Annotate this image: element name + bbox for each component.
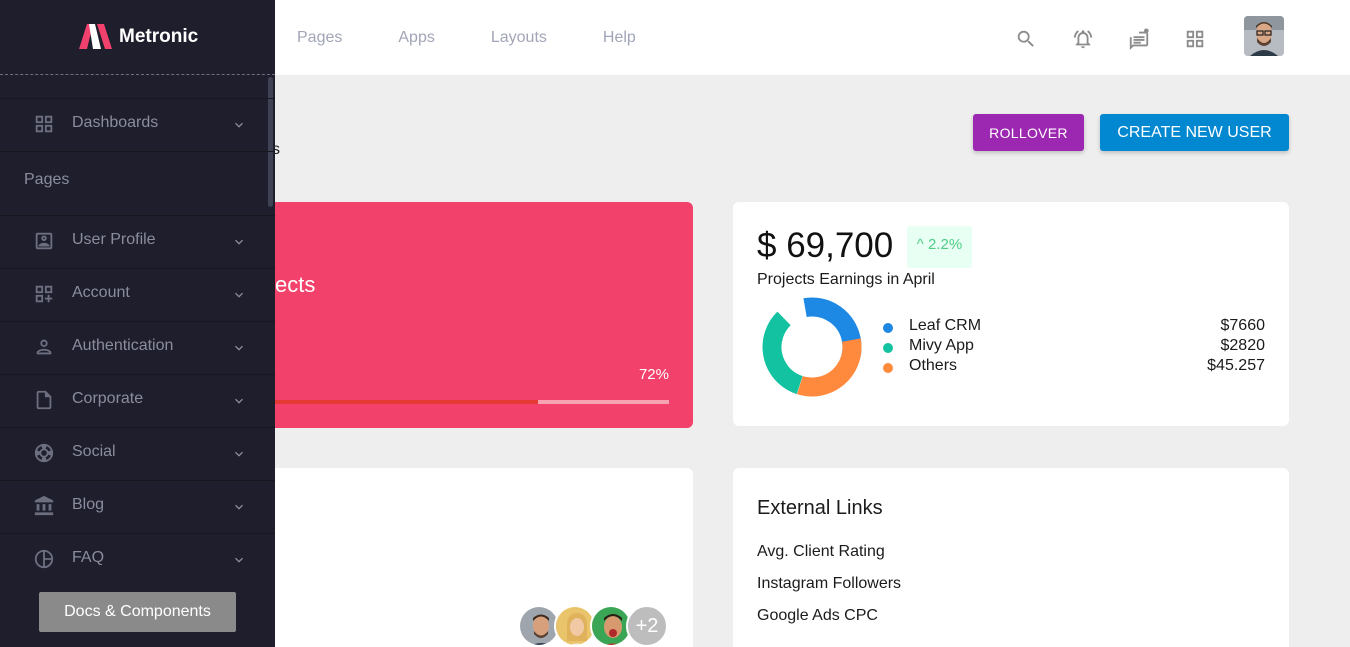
sidebar-item-authentication[interactable]: Authentication (0, 322, 268, 374)
sidebar-item-account[interactable]: Account (0, 269, 268, 321)
chevron-down-icon (231, 499, 247, 515)
projects-card-title: ects (275, 272, 316, 297)
topnav-apps[interactable]: Apps (398, 29, 434, 47)
sidebar-item-label: Blog (72, 496, 105, 513)
brand-name: Metronic (119, 26, 199, 47)
legend-dot (883, 323, 893, 333)
link-avg-client-rating[interactable]: Avg. Client Rating (757, 543, 885, 561)
bell-icon[interactable] (1072, 28, 1094, 50)
sidebar-item-blog[interactable]: Blog (0, 481, 268, 533)
earnings-amount: $ 69,700 (757, 226, 894, 265)
aperture-icon (33, 442, 55, 464)
docs-components-button[interactable]: Docs & Components (39, 592, 236, 632)
grid-icon (33, 113, 55, 135)
legend-name: Others (909, 357, 958, 374)
chevron-down-icon (231, 287, 247, 303)
legend-value: $2820 (1220, 337, 1266, 354)
apps-grid-icon[interactable] (1184, 28, 1206, 50)
pie-icon (33, 548, 55, 570)
legend-row: Others $45.257 (883, 357, 1265, 377)
earnings-card: $ 69,700 ^ 2.2% Projects Earnings in Apr… (733, 202, 1289, 426)
topnav-layouts[interactable]: Layouts (491, 29, 547, 47)
link-google-ads-cpc[interactable]: Google Ads CPC (757, 607, 878, 625)
external-links-title: External Links (757, 497, 883, 519)
grid-plus-icon (33, 283, 55, 305)
legend-row: Leaf CRM $7660 (883, 317, 1265, 337)
external-links-card: External Links Avg. Client Rating Instag… (733, 468, 1289, 647)
sidebar-item-label: User Profile (72, 231, 156, 248)
legend-name: Leaf CRM (909, 317, 982, 334)
metronic-logo (79, 24, 112, 49)
chevron-down-icon (231, 393, 247, 409)
legend-value: $7660 (1220, 317, 1266, 334)
more-users-badge[interactable]: +2 (626, 605, 668, 647)
document-icon (33, 389, 55, 411)
legend-value: $45.257 (1207, 357, 1265, 374)
create-new-user-button[interactable]: CREATE NEW USER (1100, 114, 1289, 151)
sidebar-item-corporate[interactable]: Corporate (0, 375, 268, 427)
earnings-donut-chart (762, 297, 862, 397)
sidebar-item-label: Social (72, 443, 116, 460)
divider (0, 151, 275, 152)
chat-icon[interactable] (1128, 28, 1150, 50)
earnings-subtitle: Projects Earnings in April (757, 271, 935, 288)
projects-progress-label: 72% (638, 366, 669, 383)
sidebar-item-dashboards[interactable]: Dashboards (0, 99, 268, 151)
user-avatar[interactable] (1244, 16, 1284, 56)
legend-dot (883, 363, 893, 373)
chevron-down-icon (231, 340, 247, 356)
sidebar-item-user-profile[interactable]: User Profile (0, 216, 268, 268)
link-instagram-followers[interactable]: Instagram Followers (757, 575, 901, 593)
chevron-down-icon (231, 446, 247, 462)
sidebar-section-pages: Pages (24, 171, 70, 188)
person-icon (33, 336, 55, 358)
brand[interactable]: Metronic (0, 0, 275, 75)
chevron-down-icon (231, 234, 247, 250)
rollover-button[interactable]: ROLLOVER (973, 114, 1084, 151)
sidebar-item-label: Dashboards (72, 114, 159, 131)
sidebar-item-social[interactable]: Social (0, 428, 268, 480)
chevron-down-icon (231, 117, 247, 133)
earnings-change-badge: ^ 2.2% (907, 226, 972, 268)
legend-dot (883, 343, 893, 353)
sidebar-item-label: Account (72, 284, 130, 301)
chevron-down-icon (231, 552, 247, 568)
sidebar-item-faq[interactable]: FAQ (0, 534, 268, 586)
top-nav: Pages Apps Layouts Help (297, 0, 692, 75)
sidebar: Metronic Dashboards Pages User Profile A… (0, 0, 275, 647)
sidebar-scrollbar[interactable] (268, 77, 273, 207)
search-icon[interactable] (1015, 28, 1037, 50)
profile-card-icon (33, 230, 55, 252)
legend-row: Mivy App $2820 (883, 337, 1265, 357)
topnav-help[interactable]: Help (603, 29, 636, 47)
bank-icon (33, 495, 55, 517)
legend-name: Mivy App (909, 337, 974, 354)
sidebar-item-label: Authentication (72, 337, 174, 354)
earnings-legend: Leaf CRM $7660 Mivy App $2820 Others $45… (883, 317, 1265, 377)
topnav-pages[interactable]: Pages (297, 29, 342, 47)
sidebar-item-label: Corporate (72, 390, 144, 407)
sidebar-item-label: FAQ (72, 549, 105, 566)
